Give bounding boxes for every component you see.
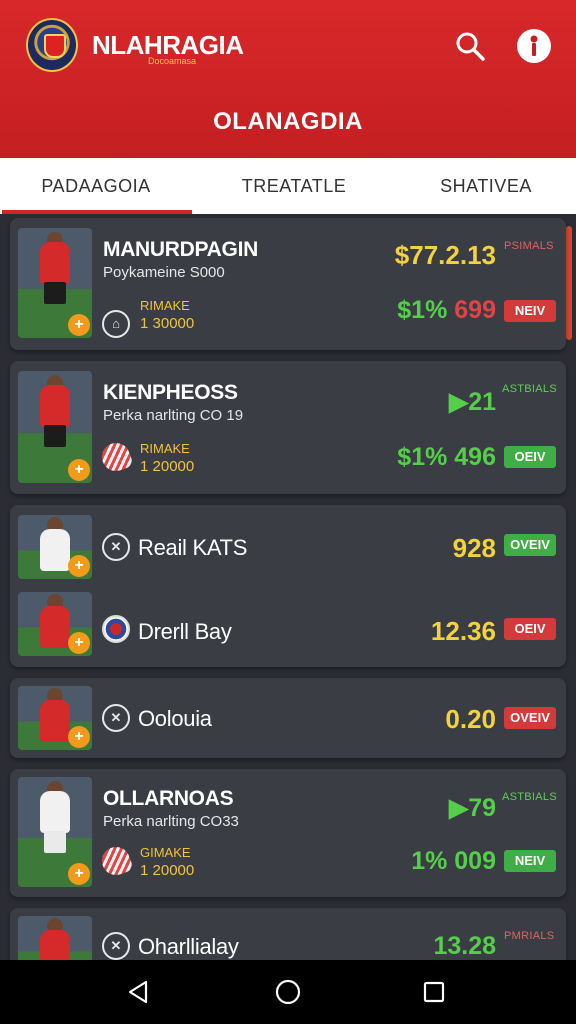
player-subtitle: Perka narlting CO 19 (103, 407, 244, 424)
price-value: $77.2.13 (394, 240, 496, 270)
player-jersey (40, 606, 70, 648)
player-card[interactable]: + KIENPHEOSS Perka narlting CO 19 RIMAKE… (10, 361, 566, 494)
up-arrow-icon: ▶ (448, 388, 469, 416)
view-button[interactable]: NEIV (504, 850, 556, 872)
price-value: 0.20 (445, 704, 496, 734)
price-value: 12.36 (430, 616, 496, 646)
add-icon[interactable]: + (68, 314, 90, 336)
club-logo[interactable] (26, 18, 78, 72)
club-crest-icon: ✕ (102, 704, 130, 732)
view-button[interactable]: OVEIV (504, 707, 556, 729)
price-value: ▶79 (410, 793, 496, 823)
brand-subtitle: Docoamasa (148, 56, 197, 66)
player-card-group: + ✕ Reail KATS 928 OVEIV + Drerll Bay 12… (10, 505, 566, 667)
card-tag: ASTBIALS (502, 383, 557, 395)
rimake-value: 1 20000 (140, 458, 195, 475)
player-name: MANURDPAGIN (103, 238, 258, 261)
back-icon[interactable] (124, 978, 152, 1006)
lock-icon: ⌂ (102, 310, 130, 338)
search-icon[interactable] (452, 28, 488, 64)
add-icon[interactable]: + (68, 632, 90, 654)
rimake-label: RIMAKE (140, 298, 190, 313)
striped-shield-icon (98, 843, 134, 879)
page-title: OLANAGDIA (213, 108, 363, 135)
rimake-info: RIMAKE 1 20000 (140, 440, 194, 476)
player-photo: + (18, 592, 92, 656)
view-button[interactable]: OEIV (504, 446, 556, 468)
player-jersey (40, 529, 70, 571)
price-number: 79 (468, 794, 496, 822)
player-subtitle: Perka narlting CO33 (103, 813, 239, 830)
tab-shativea[interactable]: SHATIVEA (396, 158, 576, 214)
player-legs (44, 425, 66, 447)
secondary-price-green: $1% (397, 296, 448, 324)
rimake-value: 1 20000 (140, 862, 195, 879)
player-legs (44, 282, 66, 304)
player-subtitle: Poykameine S000 (103, 264, 225, 281)
add-icon[interactable]: + (68, 726, 90, 748)
player-card[interactable]: + MANURDPAGIN Poykameine S000 ⌂ RIMAKE 1… (10, 218, 566, 350)
tab-padaagoia[interactable]: PADAAGOIA (0, 158, 192, 214)
player-photo: + (18, 777, 92, 887)
rimake-info: GIMAKE 1 20000 (140, 844, 194, 880)
player-card[interactable]: + OLLARNOAS Perka narlting CO33 GIMAKE 1… (10, 769, 566, 897)
secondary-price: 1% 009 (411, 847, 496, 875)
price-value: 928 (452, 533, 496, 563)
view-button[interactable]: NEIV (504, 300, 556, 322)
club-crest-icon: ✕ (102, 533, 130, 561)
add-icon[interactable]: + (68, 555, 90, 577)
rimake-value: 1 30000 (140, 315, 195, 332)
club-crest-icon (102, 615, 130, 643)
tab-bar: PADAAGOIA TREATATLE SHATIVEA (0, 158, 576, 214)
secondary-price-red: 699 (454, 296, 496, 324)
player-card[interactable]: + ✕ Oolouia 0.20 OVEIV (10, 678, 566, 758)
card-tag: ASTBIALS (502, 791, 557, 803)
player-name[interactable]: Drerll Bay (138, 619, 232, 645)
active-tab-indicator (2, 210, 192, 214)
tab-treatatle[interactable]: TREATATLE (192, 158, 396, 214)
player-name: OLLARNOAS (103, 787, 234, 810)
up-arrow-icon: ▶ (448, 794, 469, 822)
player-jersey (40, 385, 70, 427)
player-photo: + (18, 686, 92, 750)
player-jersey (40, 242, 70, 284)
player-name[interactable]: Oharllialay (138, 934, 239, 960)
app-header: NLAHRAGIA Docoamasa OLANAGDIA (0, 0, 576, 158)
player-legs (44, 831, 66, 853)
add-icon[interactable]: + (68, 459, 90, 481)
card-tag: PSIMALS (504, 240, 554, 252)
price-value: 13.28 (433, 932, 496, 960)
app-screen: NLAHRAGIA Docoamasa OLANAGDIA PADAAGOIA … (0, 0, 576, 1024)
player-photo: + (18, 515, 92, 579)
player-name: KIENPHEOSS (103, 381, 238, 404)
player-jersey (40, 700, 70, 742)
player-name[interactable]: Oolouia (138, 706, 212, 732)
player-photo: + (18, 228, 92, 338)
club-crest-icon: ✕ (102, 932, 130, 960)
system-nav-bar (0, 960, 576, 1024)
info-icon[interactable] (516, 28, 552, 64)
player-photo: + (18, 371, 92, 483)
scrollbar[interactable] (566, 226, 572, 340)
player-jersey (40, 791, 70, 833)
striped-shield-icon (98, 439, 134, 475)
recents-icon[interactable] (420, 978, 448, 1006)
secondary-price: $1% 699 (390, 296, 496, 325)
card-tag: PMRIALS (504, 930, 555, 942)
rimake-label: RIMAKE (140, 441, 190, 456)
add-icon[interactable]: + (68, 863, 90, 885)
price-number: 21 (468, 388, 496, 416)
player-name[interactable]: Reail KATS (138, 535, 247, 561)
rimake-info: RIMAKE 1 30000 (140, 297, 194, 333)
secondary-price: $1% 496 (397, 443, 496, 471)
home-icon[interactable] (274, 978, 302, 1006)
view-button[interactable]: OVEIV (504, 534, 556, 556)
rimake-label: GIMAKE (140, 845, 191, 860)
view-button[interactable]: OEIV (504, 618, 556, 640)
price-value: ▶21 (410, 387, 496, 417)
